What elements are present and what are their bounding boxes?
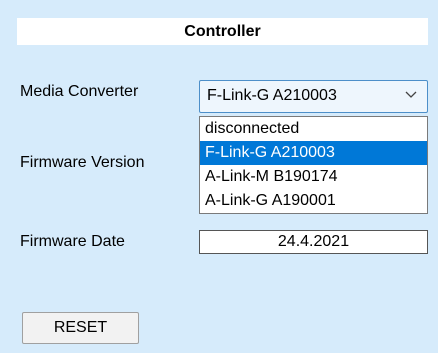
controller-title: Controller	[184, 22, 261, 40]
dropdown-option-a-link-g-a190001[interactable]: A-Link-G A190001	[200, 189, 427, 213]
media-converter-label: Media Converter	[20, 83, 139, 100]
firmware-date-label: Firmware Date	[20, 233, 125, 250]
media-converter-dropdown-list[interactable]: disconnected F-Link-G A210003 A-Link-M B…	[199, 116, 428, 214]
reset-button-label: RESET	[53, 319, 108, 336]
firmware-date-field: 24.4.2021	[199, 230, 428, 254]
media-converter-selected-value: F-Link-G A210003	[207, 87, 337, 104]
dropdown-option-f-link-g-a210003[interactable]: F-Link-G A210003	[200, 141, 427, 165]
firmware-date-value: 24.4.2021	[277, 233, 350, 250]
firmware-version-label: Firmware Version	[20, 154, 145, 171]
dropdown-option-a-link-m-b190174[interactable]: A-Link-M B190174	[200, 165, 427, 189]
dropdown-option-disconnected[interactable]: disconnected	[200, 117, 427, 141]
controller-header: Controller	[17, 18, 428, 45]
reset-button[interactable]: RESET	[22, 312, 139, 344]
chevron-down-icon[interactable]	[405, 89, 417, 99]
media-converter-select[interactable]: F-Link-G A210003	[199, 80, 428, 113]
